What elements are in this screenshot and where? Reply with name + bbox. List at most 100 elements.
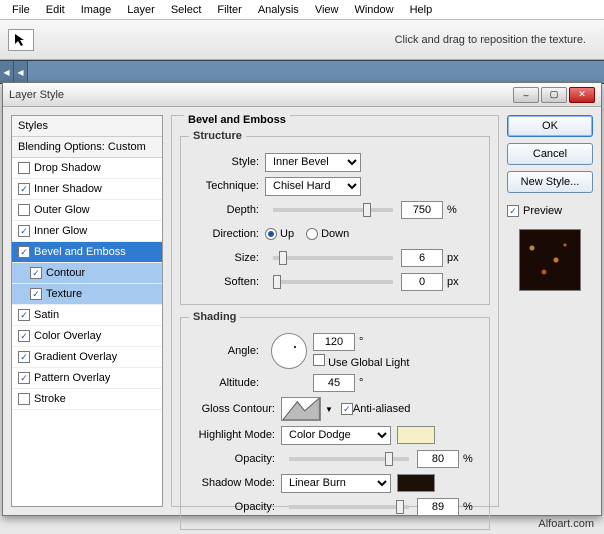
highlight-mode-select[interactable]: Color Dodge bbox=[281, 426, 391, 445]
altitude-label: Altitude: bbox=[189, 377, 265, 389]
style-checkbox[interactable] bbox=[18, 330, 30, 342]
style-checkbox[interactable] bbox=[30, 288, 42, 300]
global-light-checkbox[interactable] bbox=[313, 354, 325, 366]
depth-label: Depth: bbox=[189, 204, 265, 216]
style-label: Style: bbox=[189, 156, 265, 168]
technique-select[interactable]: Chisel Hard bbox=[265, 177, 361, 196]
angle-deg: ° bbox=[359, 336, 363, 348]
style-item-stroke[interactable]: Stroke bbox=[12, 389, 162, 410]
altitude-input[interactable] bbox=[313, 374, 355, 392]
style-item-bevel-and-emboss[interactable]: Bevel and Emboss bbox=[12, 242, 162, 263]
size-input[interactable] bbox=[401, 249, 443, 267]
tool-hint: Click and drag to reposition the texture… bbox=[395, 34, 586, 46]
style-checkbox[interactable] bbox=[18, 225, 30, 237]
close-button[interactable]: ✕ bbox=[569, 87, 595, 103]
menu-help[interactable]: Help bbox=[402, 2, 441, 18]
style-item-inner-shadow[interactable]: Inner Shadow bbox=[12, 179, 162, 200]
highlight-opacity-unit: % bbox=[463, 453, 473, 465]
style-item-drop-shadow[interactable]: Drop Shadow bbox=[12, 158, 162, 179]
angle-input[interactable] bbox=[313, 333, 355, 351]
move-tool-icon[interactable] bbox=[8, 29, 34, 51]
direction-label: Direction: bbox=[189, 228, 265, 240]
style-checkbox[interactable] bbox=[18, 351, 30, 363]
style-item-label: Inner Shadow bbox=[34, 183, 102, 195]
style-item-gradient-overlay[interactable]: Gradient Overlay bbox=[12, 347, 162, 368]
menu-select[interactable]: Select bbox=[163, 2, 210, 18]
highlight-opacity-input[interactable] bbox=[417, 450, 459, 468]
dialog-titlebar[interactable]: Layer Style – ▢ ✕ bbox=[3, 83, 601, 107]
size-label: Size: bbox=[189, 252, 265, 264]
shading-legend: Shading bbox=[189, 311, 240, 323]
style-item-pattern-overlay[interactable]: Pattern Overlay bbox=[12, 368, 162, 389]
depth-input[interactable] bbox=[401, 201, 443, 219]
style-item-satin[interactable]: Satin bbox=[12, 305, 162, 326]
style-item-inner-glow[interactable]: Inner Glow bbox=[12, 221, 162, 242]
shading-group: Shading Angle: ° Use Global Light Altitu… bbox=[180, 311, 490, 530]
shadow-opacity-unit: % bbox=[463, 501, 473, 513]
menu-layer[interactable]: Layer bbox=[119, 2, 163, 18]
direction-up-label: Up bbox=[280, 228, 294, 240]
styles-header[interactable]: Styles bbox=[12, 116, 162, 137]
dialog-title: Layer Style bbox=[9, 89, 513, 101]
style-checkbox[interactable] bbox=[18, 393, 30, 405]
preview-checkbox[interactable] bbox=[507, 205, 519, 217]
new-style-button[interactable]: New Style... bbox=[507, 171, 593, 193]
minimize-button[interactable]: – bbox=[513, 87, 539, 103]
style-item-label: Texture bbox=[46, 288, 82, 300]
size-slider[interactable] bbox=[273, 256, 393, 260]
style-item-label: Satin bbox=[34, 309, 59, 321]
style-item-label: Drop Shadow bbox=[34, 162, 101, 174]
menu-file[interactable]: File bbox=[4, 2, 38, 18]
cancel-button[interactable]: Cancel bbox=[507, 143, 593, 165]
style-item-outer-glow[interactable]: Outer Glow bbox=[12, 200, 162, 221]
ok-button[interactable]: OK bbox=[507, 115, 593, 137]
shadow-opacity-input[interactable] bbox=[417, 498, 459, 516]
blending-options[interactable]: Blending Options: Custom bbox=[12, 137, 162, 158]
layer-style-dialog: Layer Style – ▢ ✕ Styles Blending Option… bbox=[2, 82, 602, 516]
angle-label: Angle: bbox=[189, 345, 265, 357]
gloss-contour-picker[interactable] bbox=[281, 397, 321, 421]
menu-analysis[interactable]: Analysis bbox=[250, 2, 307, 18]
anti-aliased-label: Anti-aliased bbox=[353, 403, 410, 415]
maximize-button[interactable]: ▢ bbox=[541, 87, 567, 103]
tab-scroll-left-icon[interactable]: ◀ bbox=[0, 61, 14, 83]
angle-dial[interactable] bbox=[271, 333, 307, 369]
style-checkbox[interactable] bbox=[18, 204, 30, 216]
style-checkbox[interactable] bbox=[18, 309, 30, 321]
style-item-label: Outer Glow bbox=[34, 204, 90, 216]
style-checkbox[interactable] bbox=[18, 372, 30, 384]
technique-label: Technique: bbox=[189, 180, 265, 192]
soften-input[interactable] bbox=[401, 273, 443, 291]
shadow-opacity-slider[interactable] bbox=[289, 505, 409, 509]
style-item-texture[interactable]: Texture bbox=[12, 284, 162, 305]
preview-label: Preview bbox=[523, 205, 562, 217]
style-item-label: Pattern Overlay bbox=[34, 372, 110, 384]
anti-aliased-checkbox[interactable] bbox=[341, 403, 353, 415]
menu-image[interactable]: Image bbox=[73, 2, 120, 18]
menu-edit[interactable]: Edit bbox=[38, 2, 73, 18]
shadow-color-swatch[interactable] bbox=[397, 474, 435, 492]
depth-slider[interactable] bbox=[273, 208, 393, 212]
menu-view[interactable]: View bbox=[307, 2, 347, 18]
direction-up-radio[interactable] bbox=[265, 228, 277, 240]
style-item-label: Bevel and Emboss bbox=[34, 246, 126, 258]
style-checkbox[interactable] bbox=[18, 162, 30, 174]
tab-scroll-left2-icon[interactable]: ◀ bbox=[14, 61, 28, 83]
highlight-opacity-slider[interactable] bbox=[289, 457, 409, 461]
menu-filter[interactable]: Filter bbox=[209, 2, 249, 18]
soften-slider[interactable] bbox=[273, 280, 393, 284]
style-item-color-overlay[interactable]: Color Overlay bbox=[12, 326, 162, 347]
style-checkbox[interactable] bbox=[18, 246, 30, 258]
shadow-mode-select[interactable]: Linear Burn bbox=[281, 474, 391, 493]
style-checkbox[interactable] bbox=[18, 183, 30, 195]
direction-down-radio[interactable] bbox=[306, 228, 318, 240]
style-select[interactable]: Inner Bevel bbox=[265, 153, 361, 172]
style-checkbox[interactable] bbox=[30, 267, 42, 279]
structure-group: Structure Style: Inner Bevel Technique: … bbox=[180, 130, 490, 305]
menu-window[interactable]: Window bbox=[346, 2, 401, 18]
highlight-color-swatch[interactable] bbox=[397, 426, 435, 444]
highlight-opacity-label: Opacity: bbox=[189, 453, 281, 465]
settings-panel: Bevel and Emboss Structure Style: Inner … bbox=[171, 115, 499, 507]
soften-unit: px bbox=[447, 276, 459, 288]
style-item-contour[interactable]: Contour bbox=[12, 263, 162, 284]
